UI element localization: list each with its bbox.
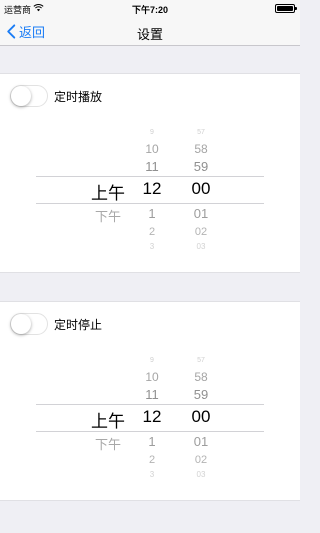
minute-option[interactable]: 02 bbox=[171, 226, 231, 238]
navigation-bar: 返回 设置 bbox=[0, 16, 300, 46]
minute-option[interactable]: 01 bbox=[171, 434, 231, 449]
timed-stop-section: 定时停止 9 10 11 12 1 2 3 57 58 59 00 01 02 03 上午 下午 bbox=[0, 301, 300, 501]
minute-option[interactable]: 57 bbox=[171, 129, 231, 136]
time-picker[interactable]: 9 10 11 12 1 2 3 57 58 59 00 01 02 03 上午 下午 bbox=[0, 354, 300, 482]
status-bar: 运营商 下午7:20 bbox=[0, 0, 300, 16]
picker-selection-line-top bbox=[36, 404, 264, 405]
ampm-option[interactable]: 上午 bbox=[72, 179, 144, 204]
minute-option[interactable]: 58 bbox=[171, 142, 231, 156]
timed-play-toggle[interactable] bbox=[10, 85, 48, 107]
minute-option[interactable]: 03 bbox=[171, 470, 231, 479]
minute-option[interactable]: 58 bbox=[171, 370, 231, 384]
ampm-option[interactable]: 下午 bbox=[72, 434, 144, 453]
minute-option[interactable]: 59 bbox=[171, 159, 231, 174]
picker-selection-line-bottom bbox=[36, 431, 264, 432]
minute-option[interactable]: 00 bbox=[171, 407, 231, 427]
battery-icon bbox=[275, 4, 297, 13]
time-picker[interactable]: 9 10 11 12 1 2 3 57 58 59 00 01 02 03 上午 下午 bbox=[0, 126, 300, 254]
toggle-knob bbox=[11, 314, 31, 334]
ampm-option[interactable]: 上午 bbox=[72, 407, 144, 432]
picker-selection-line-bottom bbox=[36, 203, 264, 204]
timed-play-label: 定时播放 bbox=[54, 89, 103, 104]
timed-stop-row: 定时停止 bbox=[10, 312, 102, 336]
minute-option[interactable]: 03 bbox=[171, 242, 231, 251]
timed-stop-label: 定时停止 bbox=[54, 317, 103, 332]
minute-option[interactable]: 57 bbox=[171, 357, 231, 364]
status-time: 下午7:20 bbox=[131, 5, 168, 15]
timed-stop-toggle[interactable] bbox=[10, 313, 48, 335]
picker-selection-line-top bbox=[36, 176, 264, 177]
minute-option[interactable]: 59 bbox=[171, 387, 231, 402]
minute-option[interactable]: 02 bbox=[171, 454, 231, 466]
timed-play-section: 定时播放 9 10 11 12 1 2 3 57 58 59 00 01 02 03 上午 下午 bbox=[0, 73, 300, 273]
ampm-option[interactable]: 下午 bbox=[72, 206, 144, 225]
minute-option[interactable]: 01 bbox=[171, 206, 231, 221]
minute-option[interactable]: 00 bbox=[171, 179, 231, 199]
page-title: 设置 bbox=[136, 27, 163, 42]
toggle-knob bbox=[11, 86, 31, 106]
timed-play-row: 定时播放 bbox=[10, 84, 102, 108]
